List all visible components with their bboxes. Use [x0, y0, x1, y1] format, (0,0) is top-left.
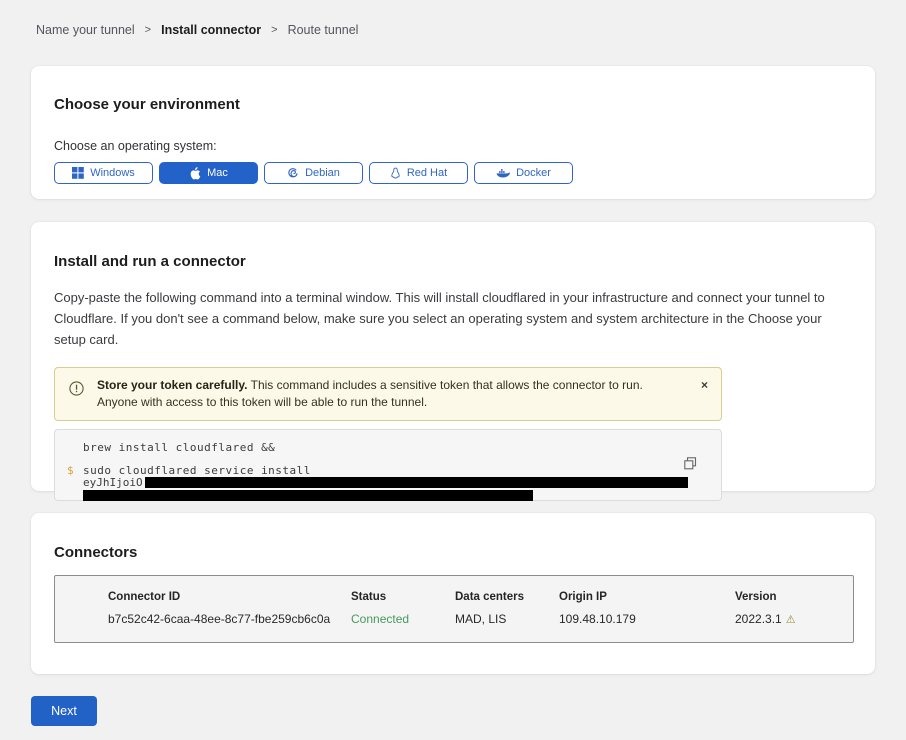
version-warning-icon: ⚠: [786, 614, 796, 626]
redacted-token-bar: [83, 490, 533, 501]
breadcrumb: Name your tunnel > Install connector > R…: [36, 23, 358, 37]
install-card-title: Install and run a connector: [54, 222, 852, 270]
os-button-label: Mac: [207, 167, 228, 179]
install-card-description: Copy-paste the following command into a …: [54, 287, 852, 350]
apple-logo-icon: [189, 167, 201, 180]
os-button-debian[interactable]: Debian: [264, 162, 363, 184]
connectors-table-header: Connector ID Status Data centers Origin …: [108, 591, 853, 603]
os-button-docker[interactable]: Docker: [474, 162, 573, 184]
header-status: Status: [351, 591, 455, 603]
warning-text: Store your token carefully. This command…: [97, 378, 643, 409]
breadcrumb-step-install-connector[interactable]: Install connector: [161, 23, 261, 37]
os-button-windows[interactable]: Windows: [54, 162, 153, 184]
banner-close-icon[interactable]: ×: [701, 379, 708, 391]
breadcrumb-step-route-tunnel[interactable]: Route tunnel: [288, 23, 359, 37]
next-button[interactable]: Next: [31, 696, 97, 726]
connector-data-centers-value: MAD, LIS: [455, 612, 559, 626]
os-select-label: Choose an operating system:: [54, 139, 852, 153]
connectors-card: Connectors Connector ID Status Data cent…: [31, 513, 875, 674]
os-button-redhat[interactable]: Red Hat: [369, 162, 468, 184]
debian-swirl-icon: [287, 167, 299, 179]
docker-whale-icon: [496, 168, 510, 179]
shell-prompt: $: [67, 464, 74, 477]
code-line-token: eyJhIjoiO: [83, 477, 705, 489]
connector-version-value: 2022.3.1⚠: [735, 612, 853, 626]
os-button-group: Windows Mac Debian Red Hat Docker: [54, 162, 852, 184]
code-line-service-install: sudo cloudflared service install: [83, 464, 705, 477]
header-data-centers: Data centers: [455, 591, 559, 603]
connector-id-value: b7c52c42-6caa-48ee-8c77-fbe259cb6c0a: [108, 612, 351, 626]
token-warning-banner: Store your token carefully. This command…: [54, 367, 722, 421]
connector-status-badge: Connected: [351, 612, 455, 626]
copy-icon: [684, 458, 697, 473]
os-button-label: Windows: [90, 167, 135, 179]
environment-card-title: Choose your environment: [54, 66, 852, 113]
redacted-token-bar: [145, 477, 688, 488]
connector-origin-ip-value: 109.48.10.179: [559, 612, 735, 626]
install-command-code-block: brew install cloudflared && $ sudo cloud…: [54, 429, 722, 501]
os-button-label: Docker: [516, 167, 551, 179]
breadcrumb-step-name-tunnel[interactable]: Name your tunnel: [36, 23, 135, 37]
os-button-label: Debian: [305, 167, 340, 179]
header-origin-ip: Origin IP: [559, 591, 735, 603]
install-connector-card: Install and run a connector Copy-paste t…: [31, 222, 875, 491]
connectors-table: Connector ID Status Data centers Origin …: [54, 575, 854, 643]
header-connector-id: Connector ID: [108, 591, 351, 603]
connector-table-row: b7c52c42-6caa-48ee-8c77-fbe259cb6c0a Con…: [108, 612, 853, 626]
warning-bold-text: Store your token carefully.: [97, 378, 248, 392]
breadcrumb-separator: >: [271, 24, 277, 36]
choose-environment-card: Choose your environment Choose an operat…: [31, 66, 875, 199]
connectors-card-title: Connectors: [54, 513, 852, 561]
header-version: Version: [735, 591, 853, 603]
os-button-mac[interactable]: Mac: [159, 162, 258, 184]
alert-circle-icon: [69, 381, 84, 401]
token-prefix: eyJhIjoiO: [83, 476, 143, 489]
redhat-linux-icon: [390, 167, 401, 180]
copy-command-button[interactable]: [684, 457, 697, 473]
breadcrumb-separator: >: [145, 24, 151, 36]
code-line-brew-install: brew install cloudflared &&: [83, 441, 705, 455]
windows-logo-icon: [72, 167, 84, 179]
os-button-label: Red Hat: [407, 167, 447, 179]
